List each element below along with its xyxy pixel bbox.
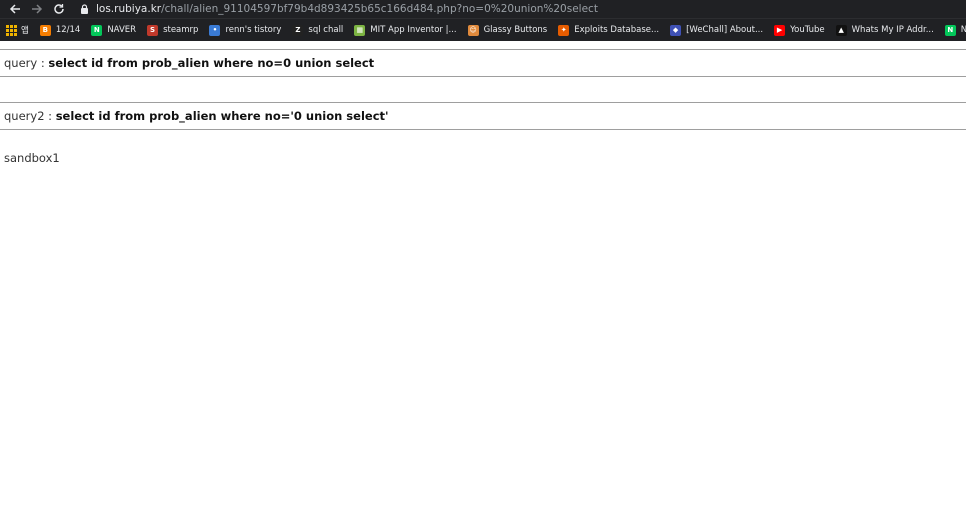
bookmark-label: Exploits Database... <box>574 25 660 35</box>
bookmarks-bar: 앱 B 12/14 N NAVER Ssteamrp • renn's tistory Zsql… <box>0 18 966 41</box>
back-arrow-icon <box>9 4 20 14</box>
favicon-icon: ☺ <box>467 24 479 36</box>
bookmark-item[interactable]: Ssteamrp <box>147 24 199 36</box>
apps-grid-icon <box>6 24 17 36</box>
query2-text: select id from prob_alien where no='0 un… <box>55 109 389 123</box>
bookmark-label: 앱 <box>21 26 29 36</box>
favicon-icon: ▶ <box>774 24 786 36</box>
favicon-icon: ▦ <box>354 24 366 36</box>
bookmark-item[interactable]: • renn's tistory <box>209 24 282 36</box>
query-line: query : select id from prob_alien where … <box>0 50 966 76</box>
result-text: sandbox1 <box>4 151 60 165</box>
bookmark-label: Glassy Buttons <box>483 25 548 35</box>
favicon-icon: N <box>944 24 956 36</box>
favicon-icon: S <box>147 24 159 36</box>
bookmark-item[interactable]: ◆ [WeChall] About... <box>670 24 764 36</box>
bookmark-item[interactable]: ▦ MIT App Inventor |... <box>354 24 457 36</box>
lock-icon <box>81 4 88 14</box>
url-path: /chall/alien_91104597bf79b4d893425b65c16… <box>161 3 598 15</box>
favicon-icon: ✦ <box>558 24 570 36</box>
bookmark-item[interactable]: N NAVER <box>91 24 137 36</box>
bookmark-label: sql chall <box>308 25 344 35</box>
query2-line: query2 : select id from prob_alien where… <box>0 103 966 129</box>
bookmark-label: [WeChall] About... <box>686 25 764 35</box>
bookmark-label: Whats My IP Addr... <box>851 25 934 35</box>
query2-label: query2 : <box>4 109 56 123</box>
address-bar[interactable]: los.rubiya.kr/chall/alien_91104597bf79b4… <box>80 3 598 15</box>
bookmark-item[interactable]: ▲ Whats My IP Addr... <box>835 24 934 36</box>
favicon-icon: Z <box>292 24 304 36</box>
favicon-icon: ◆ <box>670 24 682 36</box>
browser-toolbar: los.rubiya.kr/chall/alien_91104597bf79b4… <box>0 0 966 18</box>
bookmark-label: NAVER <box>107 25 137 35</box>
reload-button[interactable] <box>50 0 68 18</box>
bookmark-item[interactable]: 앱 <box>6 24 29 36</box>
bookmark-label: NAVER <box>961 25 966 35</box>
bookmark-label: steamrp <box>163 25 199 35</box>
favicon-icon: ▲ <box>835 24 847 36</box>
bookmark-label: 12/14 <box>55 25 81 35</box>
bookmark-label: YouTube <box>790 25 825 35</box>
query-label: query : <box>4 56 49 70</box>
bookmark-label: renn's tistory <box>225 25 282 35</box>
url-host: los.rubiya.kr <box>96 3 162 15</box>
forward-arrow-icon <box>32 4 43 14</box>
bookmark-item[interactable]: ✦ Exploits Database... <box>558 24 660 36</box>
bookmark-label: MIT App Inventor |... <box>370 25 457 35</box>
bookmark-item[interactable]: B 12/14 <box>39 24 81 36</box>
favicon-icon: • <box>209 24 221 36</box>
back-button[interactable] <box>6 0 24 18</box>
bookmark-item[interactable]: ☺ Glassy Buttons <box>467 24 548 36</box>
query-text: select id from prob_alien where no=0 uni… <box>48 56 375 70</box>
bookmark-item[interactable]: ▶ YouTube <box>774 24 825 36</box>
favicon-icon: N <box>91 24 103 36</box>
page-content: query : select id from prob_alien where … <box>0 41 966 165</box>
forward-button[interactable] <box>28 0 46 18</box>
favicon-icon: B <box>39 24 51 36</box>
bookmark-item[interactable]: Zsql chall <box>292 24 344 36</box>
bookmark-item[interactable]: N NAVER <box>944 24 966 36</box>
reload-icon <box>54 4 64 14</box>
